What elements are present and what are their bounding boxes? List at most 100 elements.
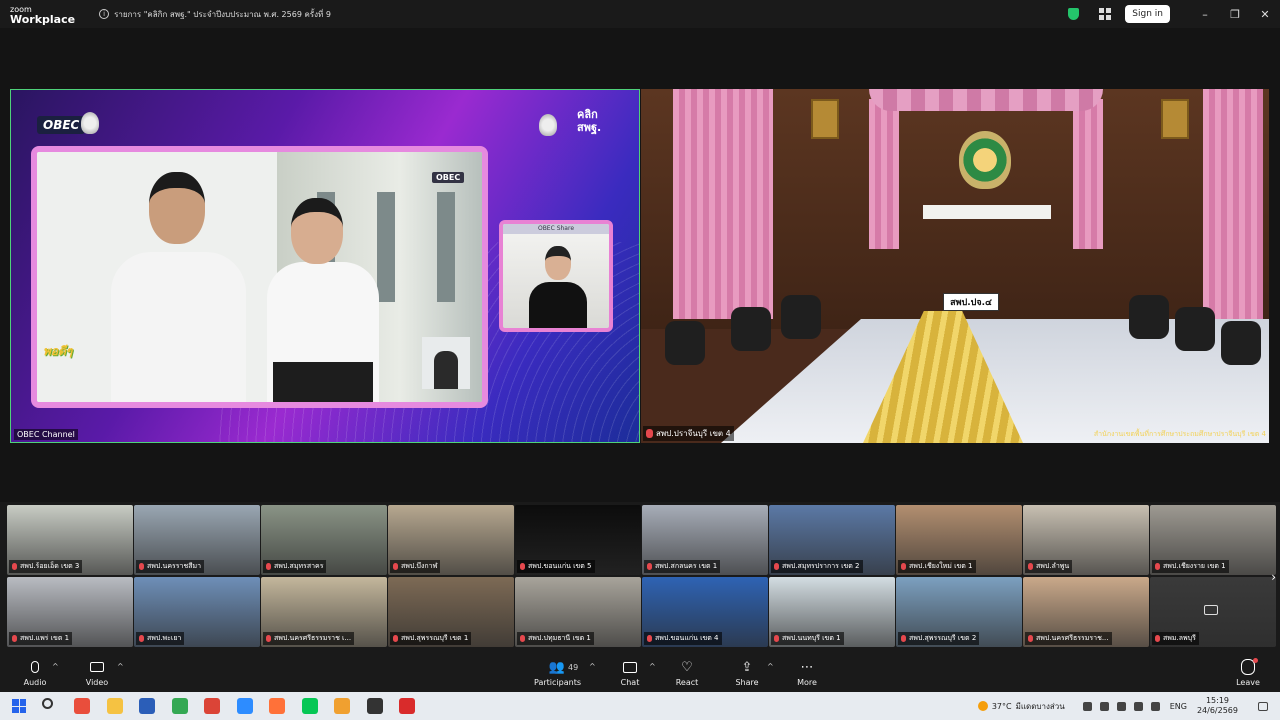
gallery-tile[interactable]: สพป.ลำพูน (1023, 505, 1149, 575)
react-button[interactable]: ♡ React (674, 658, 700, 688)
gallery-tile[interactable]: สพป.สุพรรณบุรี เขต 1 (388, 577, 514, 647)
firefox-icon[interactable] (269, 698, 285, 714)
line-icon[interactable] (301, 698, 318, 714)
chat-options-caret[interactable]: ^ (649, 662, 656, 671)
chrome-icon[interactable] (204, 698, 220, 714)
chair (781, 295, 821, 339)
temperature[interactable]: 37°C (992, 702, 1012, 711)
search-icon[interactable] (42, 698, 53, 709)
notification-icon[interactable] (1258, 701, 1268, 711)
participant-name: สพป.ปทุมธานี เขต 1 (528, 634, 591, 642)
meeting-title: รายการ "คลิกิก สพฐ." ประจำปีงบประมาณ พ.ศ… (114, 9, 331, 19)
gallery-tile[interactable]: สพป.นครศรีธรรมราช เ... (261, 577, 387, 647)
audio-button[interactable]: Audio (20, 658, 50, 687)
mic-muted-icon (266, 563, 271, 570)
s-app-icon[interactable] (74, 698, 90, 714)
orange-app-icon[interactable] (334, 698, 350, 714)
clock-time: 15:19 (1205, 696, 1230, 705)
word-icon[interactable] (139, 698, 155, 714)
gallery-tile[interactable]: สพป.สกลนคร เขต 1 (642, 505, 768, 575)
gallery-tile[interactable]: สพป.สุพรรณบุรี เขต 2 (896, 577, 1022, 647)
video-options-caret[interactable]: ^ (117, 662, 124, 671)
share-options-caret[interactable]: ^ (767, 662, 774, 671)
clock[interactable]: 15:19 24/6/2569 (1197, 696, 1238, 716)
participant-name-label: สพป.นครศรีธรรมราช เ... (263, 632, 355, 645)
gallery-tile[interactable]: สพม.ลพบุรี (1150, 577, 1276, 647)
zoom-tray-icon[interactable] (1116, 701, 1126, 711)
encryption-shield-icon[interactable] (1068, 8, 1080, 20)
more-button[interactable]: ⋯ More (794, 658, 820, 688)
gallery-tile[interactable]: สพป.เชียงใหม่ เขต 1 (896, 505, 1022, 575)
obec-logo: OBEC (37, 116, 86, 134)
close-button[interactable]: ✕ (1250, 8, 1280, 21)
gallery-tile[interactable]: สพป.แพร่ เขต 1 (7, 577, 133, 647)
gallery-next-page-arrow[interactable]: › (1271, 570, 1276, 584)
participant-name-label: สพป.ปทุมธานี เขต 1 (517, 632, 594, 645)
minimize-button[interactable]: – (1190, 8, 1220, 21)
video-tile-obec-channel[interactable]: OBEC คลิก สพฐ. OBEC พอดีๆ OBEC Share OBE… (10, 89, 640, 443)
video-button[interactable]: Video (82, 658, 112, 687)
chair (665, 321, 705, 365)
royal-portrait-right (1161, 99, 1189, 139)
presenter-body (529, 282, 587, 328)
participant-name-label: สพป.นครราชสีมา (136, 560, 205, 573)
file-explorer-icon[interactable] (106, 698, 123, 714)
participant-name-label: สพป.แพร่ เขต 1 (9, 632, 73, 645)
heart-icon: ♡ (681, 659, 693, 675)
participant-name: สพป.บึงกาฬ (401, 562, 438, 570)
participant-name: สพป.นครศรีธรรมราช เ... (274, 634, 352, 642)
info-icon[interactable]: i (99, 9, 110, 19)
weather-text[interactable]: มีแดดบางส่วน (1016, 700, 1065, 713)
mic-muted-icon (1155, 635, 1160, 642)
participant-name: สพป.สมุทรสาคร (274, 562, 324, 570)
gallery-tile[interactable]: สพป.ขอนแก่น เขต 4 (642, 577, 768, 647)
mic-muted-icon (139, 635, 144, 642)
audio-options-caret[interactable]: ^ (52, 662, 59, 671)
language-indicator[interactable]: ENG (1170, 702, 1187, 711)
leave-button[interactable]: Leave (1234, 658, 1262, 687)
capture-app-icon[interactable] (366, 698, 383, 714)
gallery-tile[interactable]: สพป.ขอนแก่น เขต 5 (515, 505, 641, 575)
apps-grid-icon[interactable] (1099, 8, 1112, 20)
share-button[interactable]: ⇪ Share (734, 658, 760, 688)
gallery-tile[interactable]: สพป.ปทุมธานี เขต 1 (515, 577, 641, 647)
participants-options-caret[interactable]: ^ (589, 662, 596, 671)
zoom-workplace-logo: zoom Workplace (10, 5, 75, 25)
participant-name-label: สพป.ร้อยเอ็ด เขต 3 (9, 560, 83, 573)
meeting-info[interactable]: i รายการ "คลิกิก สพฐ." ประจำปีงบประมาณ พ… (99, 8, 331, 21)
participant-name: สพป.สุพรรณบุรี เขต 2 (909, 634, 977, 642)
sign-in-button[interactable]: Sign in (1125, 5, 1170, 23)
participant-name-label: สพป.พะเยา (136, 632, 185, 645)
restore-button[interactable]: ❐ (1220, 8, 1250, 21)
gallery-tile[interactable]: สพป.พะเยา (134, 577, 260, 647)
participant-name: สพป.นนทบุรี เขต 1 (782, 634, 841, 642)
zoom-app-icon[interactable] (236, 698, 253, 714)
drive-icon[interactable] (171, 698, 188, 714)
chat-button[interactable]: Chat (618, 658, 642, 687)
gallery-tile[interactable]: สพป.บึงกาฬ (388, 505, 514, 575)
chevron-up-icon[interactable] (1082, 701, 1092, 711)
mic-muted-icon (647, 563, 652, 570)
participants-label: Participants (534, 678, 581, 687)
presenter-inset: OBEC Share (499, 220, 613, 332)
participant-name-label: สพป.สมุทรสาคร (263, 560, 327, 573)
microphone-icon[interactable] (1099, 701, 1109, 711)
participant-name-label: สพป.นครศรีธรรมราช... (1025, 632, 1112, 645)
share-screen-icon: ⇪ (741, 659, 753, 675)
acrobat-icon[interactable] (399, 698, 415, 714)
windows-start-icon[interactable] (12, 699, 26, 713)
gallery-tile[interactable]: สพป.นครศรีธรรมราช... (1023, 577, 1149, 647)
mic-muted-icon (1155, 563, 1160, 570)
gallery-tile[interactable]: สพป.สมุทรปราการ เขต 2 (769, 505, 895, 575)
mic-muted-icon (20, 658, 50, 676)
ministry-seal-icon (539, 114, 557, 136)
gallery-tile[interactable]: สพป.ร้อยเอ็ด เขต 3 (7, 505, 133, 575)
gallery-tile[interactable]: สพป.เชียงราย เขต 1 (1150, 505, 1276, 575)
gallery-tile[interactable]: สพป.สมุทรสาคร (261, 505, 387, 575)
volume-icon[interactable] (1150, 701, 1160, 711)
weather-icon[interactable] (977, 701, 988, 711)
gallery-tile[interactable]: สพป.นนทบุรี เขต 1 (769, 577, 895, 647)
gallery-tile[interactable]: สพป.นครราชสีมา (134, 505, 260, 575)
video-tile-meeting-room[interactable]: สพป.ปจ.๔ สพป.ปราจีนบุรี เขต 4 สำนักงานเข… (641, 89, 1269, 443)
network-icon[interactable] (1133, 701, 1143, 711)
